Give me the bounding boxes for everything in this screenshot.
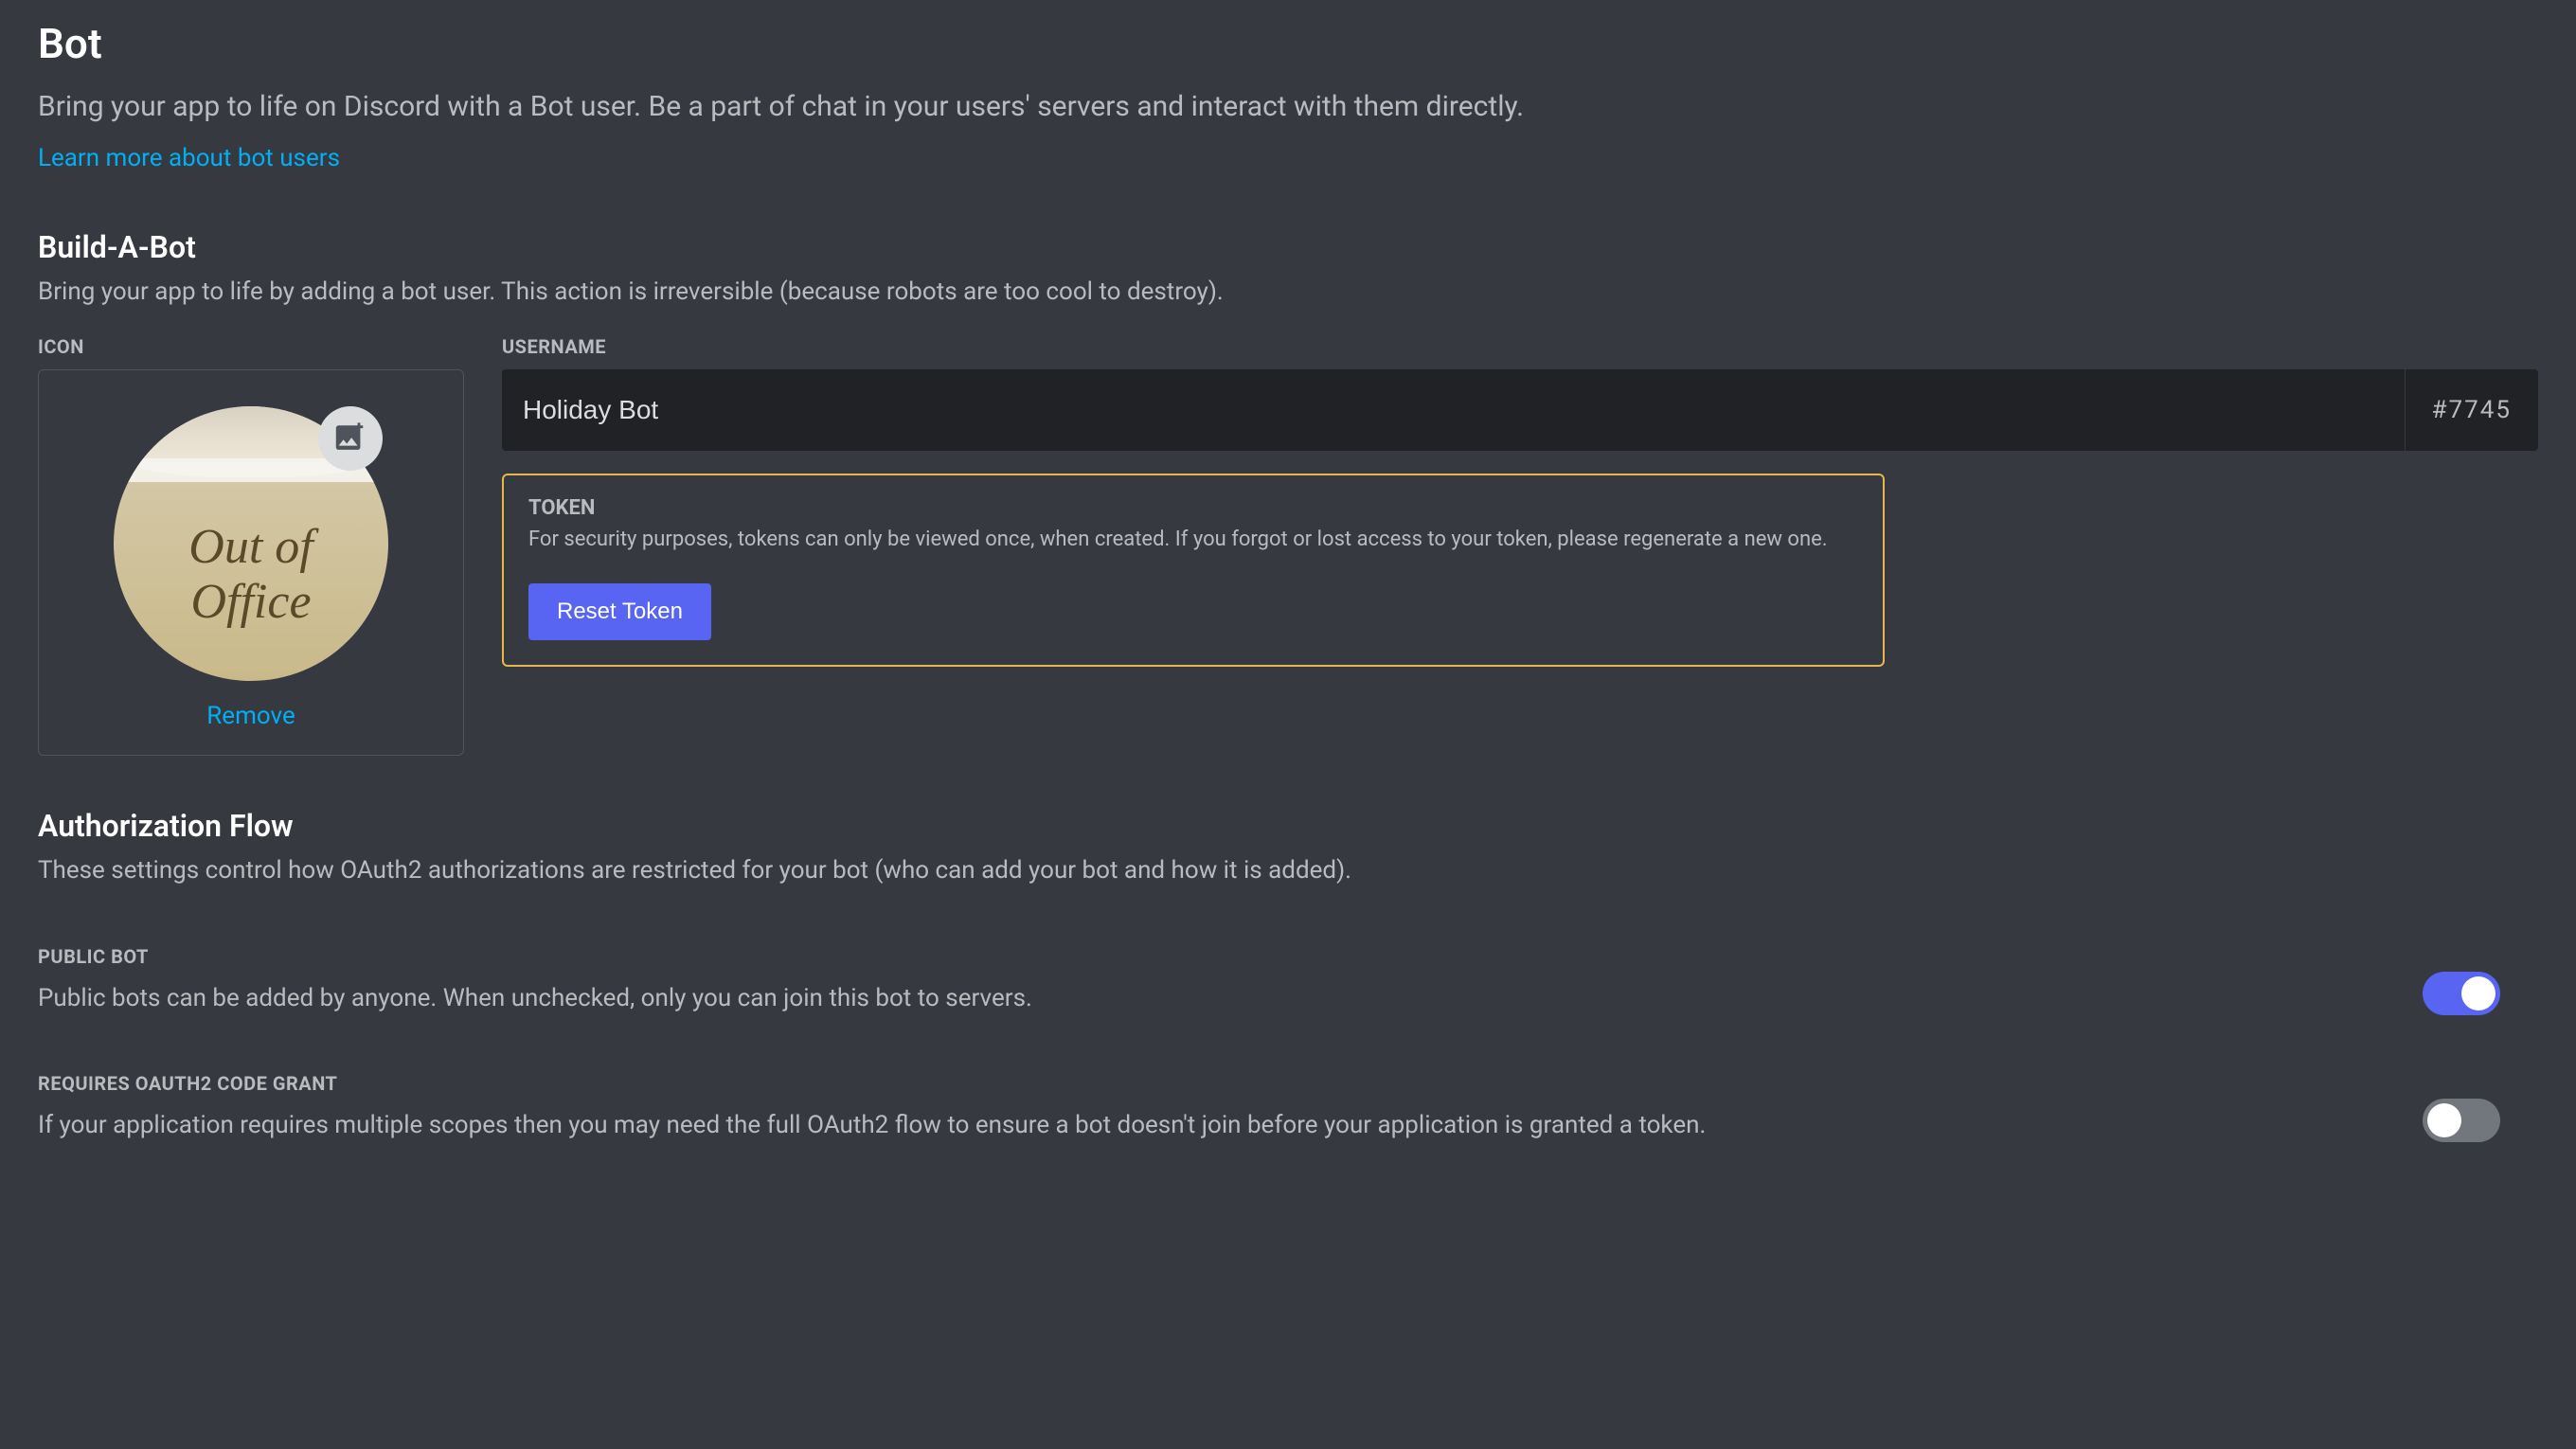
oauth2-grant-label: REQUIRES OAUTH2 CODE GRANT (38, 1072, 2423, 1095)
public-bot-label: PUBLIC BOT (38, 945, 2423, 968)
token-description: For security purposes, tokens can only b… (528, 526, 1858, 555)
username-label: USERNAME (502, 335, 2538, 358)
auth-flow-description: These settings control how OAuth2 author… (38, 853, 2538, 887)
icon-label: ICON (38, 335, 464, 358)
token-box: TOKEN For security purposes, tokens can … (502, 474, 1885, 667)
remove-icon-link[interactable]: Remove (206, 702, 295, 730)
page-title: Bot (38, 19, 2538, 68)
avatar-text-line2: Office (114, 575, 388, 629)
upload-image-icon[interactable] (318, 406, 383, 471)
build-a-bot-title: Build-A-Bot (38, 229, 2538, 265)
oauth2-grant-description: If your application requires multiple sc… (38, 1108, 2423, 1142)
token-label: TOKEN (528, 496, 1858, 520)
page-description: Bring your app to life on Discord with a… (38, 87, 2538, 127)
avatar-text-line1: Out of (114, 520, 388, 574)
auth-flow-title: Authorization Flow (38, 808, 2538, 844)
discriminator: #7745 (2432, 396, 2512, 424)
learn-more-link[interactable]: Learn more about bot users (38, 144, 340, 172)
icon-upload-box[interactable]: Out of Office Remove (38, 369, 464, 756)
public-bot-description: Public bots can be added by anyone. When… (38, 981, 2423, 1015)
reset-token-button[interactable]: Reset Token (528, 583, 711, 640)
username-input[interactable] (502, 369, 2405, 451)
oauth2-grant-toggle[interactable] (2423, 1099, 2500, 1142)
build-a-bot-description: Bring your app to life by adding a bot u… (38, 275, 2538, 309)
public-bot-toggle[interactable] (2423, 972, 2500, 1015)
